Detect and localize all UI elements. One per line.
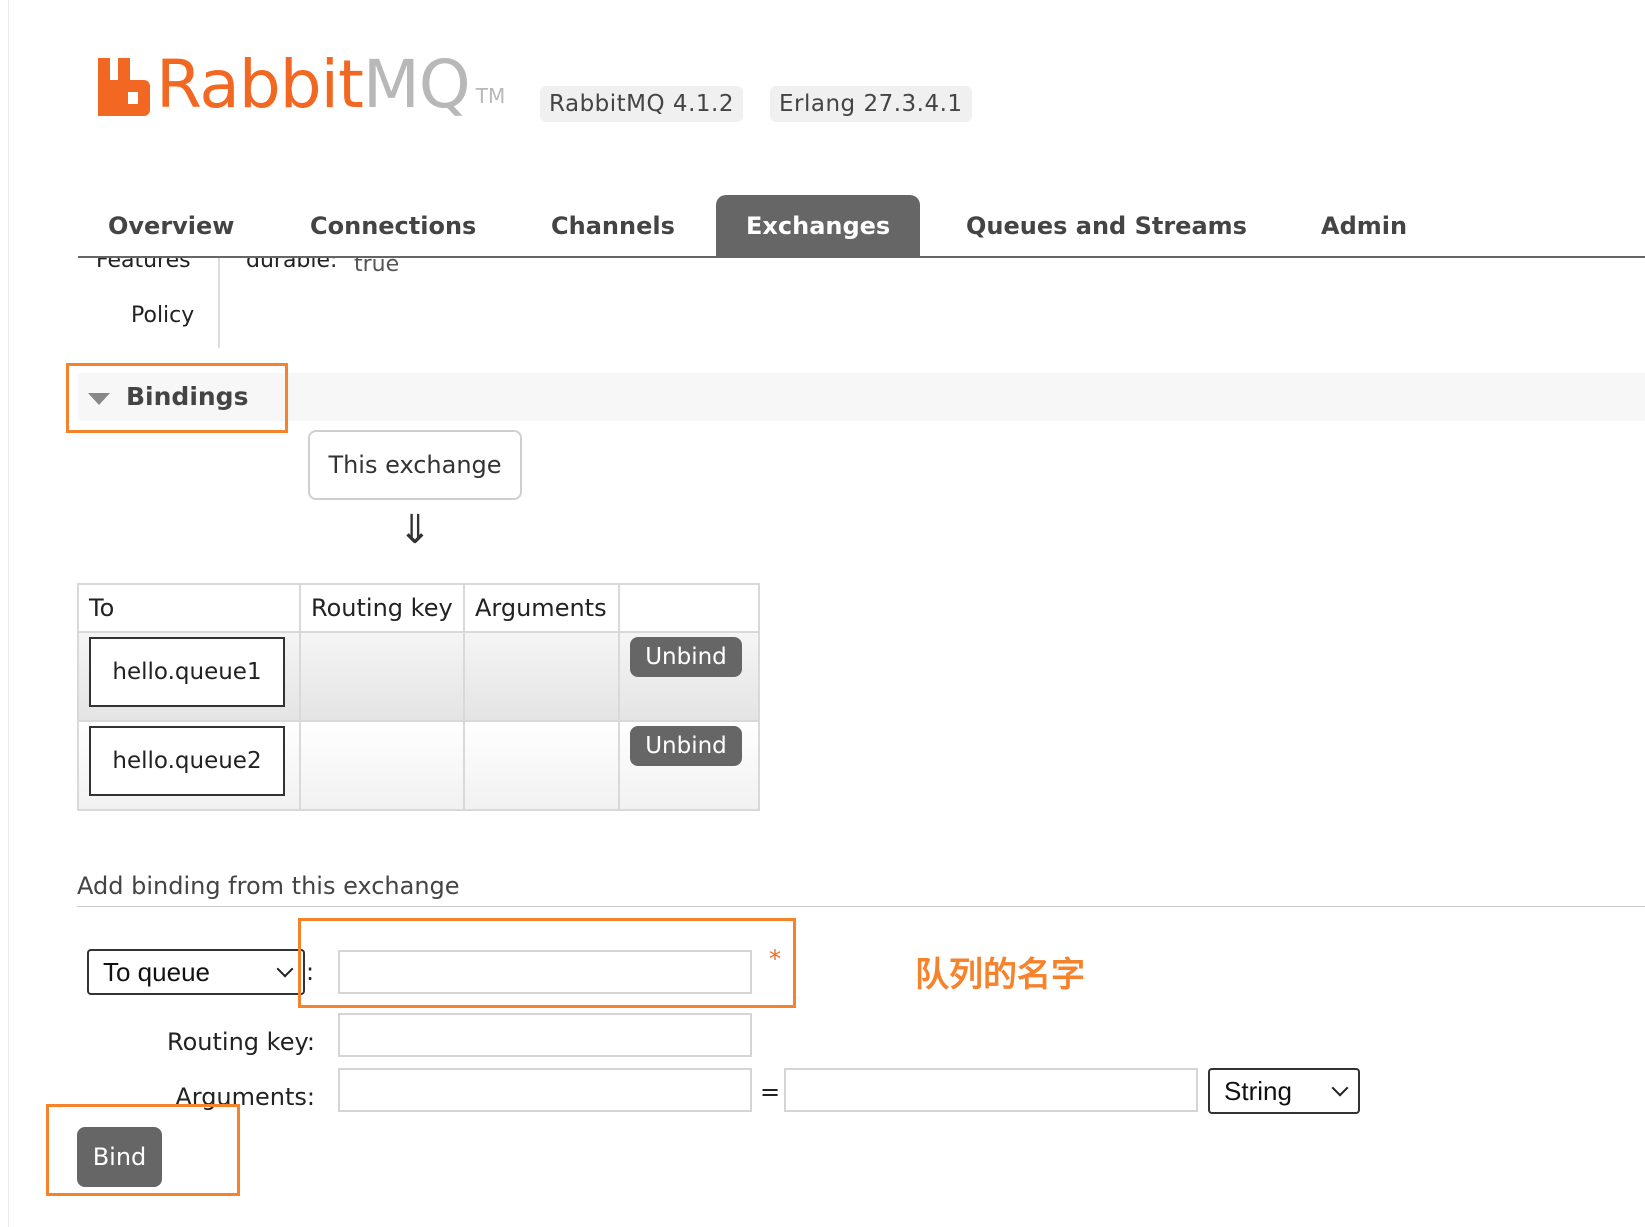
policy-label: Policy [131, 303, 195, 328]
features-label: Features [96, 258, 191, 273]
cell-to: hello.queue2 [77, 720, 301, 811]
tab-channels[interactable]: Channels [521, 195, 705, 258]
down-arrow-icon: ⇓ [398, 507, 432, 553]
add-binding-divider [77, 906, 1645, 907]
table-row: hello.queue1 Unbind [77, 631, 760, 722]
tab-admin[interactable]: Admin [1291, 195, 1437, 258]
table-row: hello.queue2 Unbind [77, 720, 760, 811]
cell-arguments [463, 720, 620, 811]
destination-type-select[interactable]: To queue [87, 949, 305, 995]
bindings-section-header[interactable] [78, 373, 1645, 421]
column-actions [618, 583, 760, 633]
annotation-queue-name-note: 队列的名字 [915, 955, 1085, 995]
argument-type-select[interactable]: String [1208, 1068, 1360, 1114]
cell-actions: Unbind [618, 720, 760, 811]
features-value: true [354, 258, 399, 274]
equals-sign: = [760, 1078, 781, 1106]
queue-link-hello-queue2[interactable]: hello.queue2 [89, 726, 285, 796]
details-divider [218, 258, 220, 348]
nav-underline [78, 256, 1645, 258]
tab-overview[interactable]: Overview [78, 195, 264, 258]
cell-routing-key [299, 720, 465, 811]
logo-trademark: TM [475, 84, 506, 108]
details-clipped-row: Features durable: true [78, 258, 1078, 274]
rabbitmq-logo[interactable]: Rabbit MQ TM [98, 45, 505, 120]
tab-queues-and-streams[interactable]: Queues and Streams [936, 195, 1277, 258]
argument-key-input[interactable] [338, 1068, 752, 1112]
unbind-button[interactable]: Unbind [630, 637, 742, 677]
table-header-row: To Routing key Arguments [77, 583, 760, 633]
logo-wordmark-rabbit: Rabbit [156, 46, 364, 123]
rabbitmq-logo-icon [98, 58, 150, 116]
argument-type-value: String [1224, 1076, 1292, 1106]
destination-type-value: To queue [103, 957, 210, 987]
column-arguments: Arguments [463, 583, 620, 633]
unbind-button[interactable]: Unbind [630, 726, 742, 766]
annotation-box-bindings [66, 363, 288, 433]
cell-arguments [463, 631, 620, 722]
erlang-version-badge: Erlang 27.3.4.1 [770, 86, 972, 122]
annotation-box-bind [46, 1104, 240, 1196]
this-exchange-box: This exchange [308, 430, 522, 500]
argument-value-input[interactable] [784, 1068, 1198, 1112]
logo-wordmark-mq: MQ [362, 46, 471, 123]
routing-key-input[interactable] [338, 1013, 752, 1057]
chevron-down-icon [276, 960, 294, 978]
bindings-table: To Routing key Arguments hello.queue1 Un… [77, 583, 760, 811]
tab-connections[interactable]: Connections [280, 195, 506, 258]
add-binding-title: Add binding from this exchange [77, 872, 460, 900]
annotation-box-destination [298, 918, 796, 1008]
cell-actions: Unbind [618, 631, 760, 722]
cell-to: hello.queue1 [77, 631, 301, 722]
cell-routing-key [299, 631, 465, 722]
column-routing-key: Routing key [299, 583, 465, 633]
rabbitmq-version-badge: RabbitMQ 4.1.2 [540, 86, 743, 122]
features-value-key: durable: [246, 258, 338, 273]
tab-exchanges[interactable]: Exchanges [716, 195, 921, 258]
column-to: To [77, 583, 301, 633]
queue-link-hello-queue1[interactable]: hello.queue1 [89, 637, 285, 707]
routing-key-label: Routing key: [167, 1028, 315, 1056]
chevron-down-icon [1331, 1079, 1349, 1097]
page-left-border [8, 0, 9, 1227]
